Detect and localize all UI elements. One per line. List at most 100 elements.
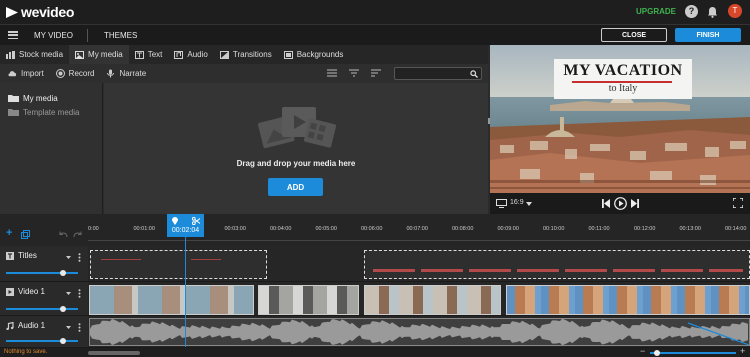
clip-marker (191, 259, 221, 260)
narrate-button[interactable]: Narrate (106, 69, 146, 78)
video-clip[interactable] (364, 285, 501, 315)
tab-stock-media[interactable]: Stock media (0, 45, 69, 64)
search-input[interactable] (394, 67, 482, 80)
record-button[interactable]: Record (55, 69, 95, 78)
playhead-line[interactable] (185, 230, 186, 347)
ruler-tick-label: 0:00 (88, 226, 99, 232)
tab-my-media[interactable]: My media (69, 45, 129, 64)
title-clip[interactable] (90, 250, 267, 279)
user-avatar[interactable]: T (728, 4, 742, 18)
track-name: Video 1 (18, 287, 45, 296)
snap-icon[interactable] (21, 230, 30, 239)
tab-audio[interactable]: Audio (168, 45, 213, 64)
redo-icon[interactable] (73, 231, 83, 238)
track-volume-slider[interactable] (6, 270, 78, 276)
themes-link[interactable]: THEMES (104, 31, 137, 40)
my-video-link[interactable]: MY VIDEO (34, 31, 73, 40)
tab-label: Backgrounds (296, 50, 344, 59)
folder-icon (8, 95, 19, 102)
chevron-down-icon[interactable] (66, 326, 71, 329)
zoom-in-icon[interactable]: + (740, 346, 745, 356)
zoom-slider-knob[interactable] (654, 350, 660, 356)
my-media-icon (75, 50, 85, 59)
ruler-tick-label: 00:07:00 (406, 226, 428, 232)
folder-label: My media (23, 93, 58, 103)
tab-backgrounds[interactable]: Backgrounds (278, 45, 350, 64)
video-preview: wevideo MY VACATION to Italy 16:9 (490, 45, 750, 214)
chevron-down-icon[interactable] (66, 256, 71, 259)
media-placeholder-icon (257, 107, 337, 149)
list-view-icon[interactable] (327, 69, 337, 77)
logo-text: wevideo (21, 4, 75, 20)
tab-transitions[interactable]: Transitions (214, 45, 278, 64)
ruler-tick-label: 00:03:00 (224, 226, 246, 232)
video-clip[interactable] (506, 285, 750, 315)
playhead[interactable]: 00:02:04 (167, 214, 204, 237)
title-clip[interactable] (364, 250, 750, 279)
slider-knob[interactable] (60, 338, 66, 344)
help-icon[interactable]: ? (685, 5, 698, 18)
record-icon (55, 69, 65, 78)
video-clip[interactable] (89, 285, 254, 315)
more-options-icon[interactable] (78, 253, 81, 262)
chevron-down-icon[interactable] (66, 292, 71, 295)
video-lane[interactable] (88, 282, 750, 316)
track-header-video: Video 1 (0, 282, 88, 316)
undo-icon[interactable] (58, 231, 68, 238)
bell-icon[interactable] (707, 6, 718, 18)
chevron-down-icon[interactable] (526, 202, 532, 206)
aspect-ratio-select[interactable]: 16:9 (510, 199, 524, 206)
stock-media-icon (6, 50, 15, 59)
close-button[interactable]: CLOSE (601, 28, 667, 42)
audio-lane[interactable] (88, 316, 750, 348)
wevideo-logo-icon (6, 6, 18, 18)
folder-my-media[interactable]: My media (0, 91, 102, 105)
panel-resize-handle[interactable] (488, 118, 490, 124)
timeline-scrollbar[interactable] (88, 351, 140, 355)
slider-knob[interactable] (60, 306, 66, 312)
slider-knob[interactable] (60, 270, 66, 276)
fullscreen-icon[interactable] (733, 198, 743, 208)
clip-marker (101, 259, 141, 260)
more-options-icon[interactable] (78, 323, 81, 332)
sort-icon[interactable] (371, 69, 381, 77)
add-media-button[interactable]: ADD (268, 178, 323, 196)
ruler-tick-label: 00:04:00 (270, 226, 292, 232)
tab-text[interactable]: Text (129, 45, 169, 64)
zoom-out-icon[interactable]: − (640, 346, 645, 356)
preview-frame[interactable]: wevideo MY VACATION to Italy (490, 45, 750, 193)
record-label: Record (68, 69, 95, 78)
media-drop-area[interactable]: Drag and drop your media here ADD (104, 83, 488, 214)
skip-back-icon[interactable] (602, 199, 610, 208)
ruler-tick-label: 00:12:00 (634, 226, 656, 232)
menu-icon[interactable] (8, 31, 18, 39)
ruler-tick-label: 00:10:00 (543, 226, 565, 232)
wevideo-logo[interactable]: wevideo (6, 4, 74, 20)
status-bar: Nothing to save. − + (0, 346, 750, 357)
video-clip[interactable] (258, 285, 359, 315)
titles-lane[interactable] (88, 246, 750, 282)
audio-clip[interactable] (89, 318, 750, 346)
more-options-icon[interactable] (78, 289, 81, 298)
finish-button[interactable]: FINISH (675, 28, 741, 42)
skip-forward-icon[interactable] (631, 199, 639, 208)
tab-label: Text (147, 50, 163, 59)
play-icon[interactable] (614, 197, 627, 210)
backgrounds-icon (283, 50, 293, 59)
import-button[interactable]: Import (8, 69, 44, 78)
marker-pin-icon[interactable] (172, 217, 178, 225)
titles-icon (6, 251, 14, 260)
tab-label: My media (88, 50, 123, 59)
audio-note-icon (6, 321, 14, 330)
track-volume-slider[interactable] (6, 306, 78, 312)
track-header-titles: Titles (0, 246, 88, 282)
track-volume-slider[interactable] (6, 338, 78, 344)
filter-icon[interactable] (349, 69, 359, 77)
scissors-icon[interactable] (192, 217, 200, 225)
zoom-slider[interactable] (650, 350, 736, 356)
ruler-tick-label: 00:01:00 (133, 226, 155, 232)
tab-label: Audio (187, 50, 208, 59)
folder-template-media[interactable]: Template media (0, 105, 102, 119)
add-track-icon[interactable]: + (6, 227, 12, 239)
upgrade-link[interactable]: UPGRADE (636, 7, 676, 16)
